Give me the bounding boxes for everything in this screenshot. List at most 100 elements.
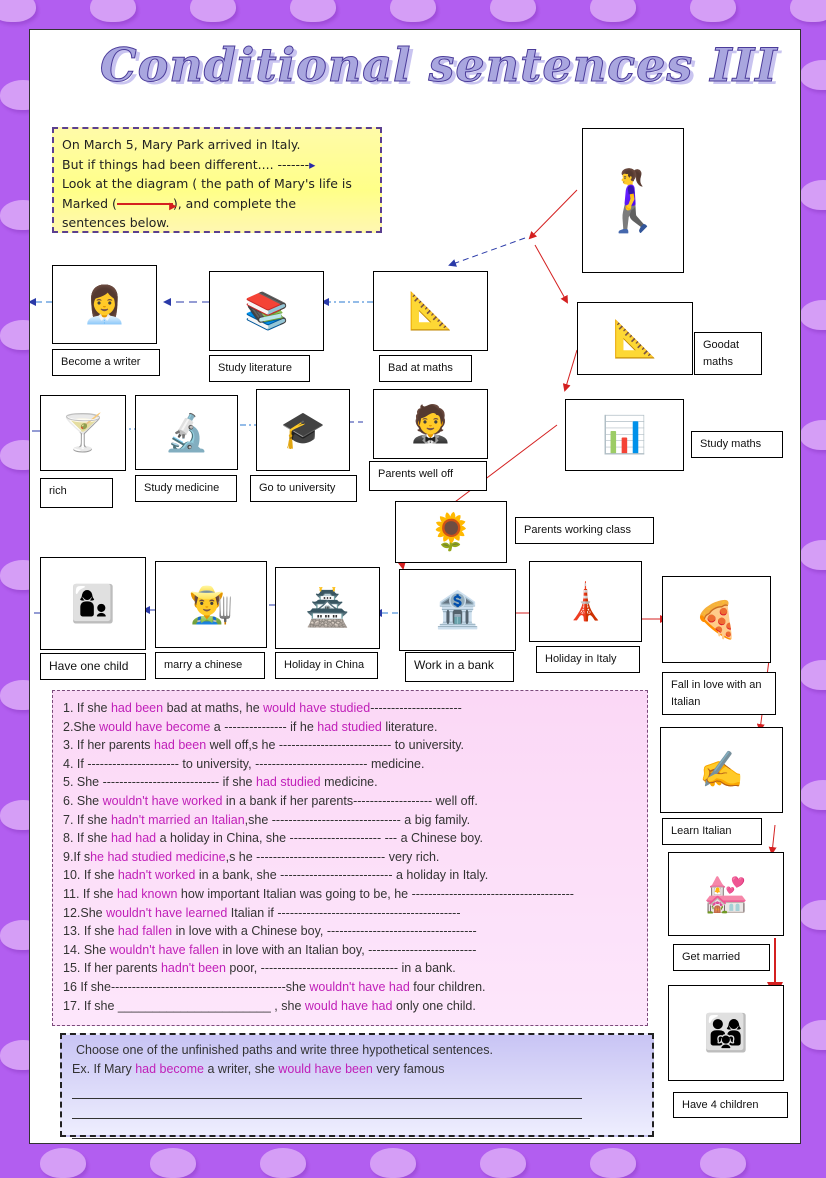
university-icon: 🎓 <box>280 409 326 450</box>
highlighted-verb: would have been <box>278 1062 373 1076</box>
rich-label: rich <box>40 478 113 508</box>
pizza-chef-icon: 🍕 <box>694 598 739 640</box>
parents-working-class-picture: 🌻 <box>395 501 507 563</box>
heart-icon <box>800 660 826 690</box>
have-4-children-picture: 👨‍👩‍👧 <box>668 985 784 1081</box>
cocktail-icon: 🍸 <box>60 412 106 453</box>
highlighted-verb: had been <box>110 701 164 715</box>
bad-at-maths-label: Bad at maths <box>379 355 472 382</box>
holiday-italy-label: Holiday in Italy <box>536 646 640 673</box>
sentence-text: 2.She <box>63 719 100 734</box>
sentence-text: ,she ------------------------------- a b… <box>244 812 471 827</box>
sentence-item: 11. If she had known how important Itali… <box>63 885 637 904</box>
good-at-maths-label: Goodat maths <box>694 332 762 375</box>
heart-icon <box>490 0 536 22</box>
highlighted-verb: had studied <box>256 775 321 790</box>
answer-line[interactable] <box>72 1079 582 1099</box>
study-literature-picture: 📚 <box>209 271 324 351</box>
bad-at-maths-picture: 📐 <box>373 271 488 351</box>
work-in-bank-picture: 🏦 <box>399 569 516 651</box>
sentence-item: 7. If she hadn't married an Italian,she … <box>63 811 637 830</box>
sentence-text: ,s he ------------------------------- ve… <box>225 849 440 864</box>
heart-icon <box>480 1148 526 1178</box>
sentence-item: 17. If she ______________________ , she … <box>63 997 637 1016</box>
sentence-text: 7. If she <box>63 812 111 827</box>
sentence-item: 6. She wouldn't have worked in a bank if… <box>63 792 637 811</box>
gardening-icon: 🌻 <box>428 511 474 552</box>
have-one-child-label: Have one child <box>40 653 146 680</box>
sentence-item: 8. If she had had a holiday in China, sh… <box>63 829 637 848</box>
task-instruction: Choose one of the unfinished paths and w… <box>76 1043 493 1057</box>
get-married-picture: 💒 <box>668 852 784 936</box>
sentence-text: a writer, she <box>204 1062 279 1076</box>
microscope-icon: 🔬 <box>164 411 209 453</box>
heart-icon <box>590 1148 636 1178</box>
heart-icon <box>290 0 336 22</box>
sentence-text: 12.She <box>63 905 107 920</box>
sentence-item: 1. If she had been bad at maths, he woul… <box>63 699 637 718</box>
highlighted-verb: hadn't been <box>160 961 226 976</box>
arrow-start-split <box>528 189 578 240</box>
heart-icon <box>390 0 436 22</box>
heart-icon <box>0 0 36 22</box>
fall-in-love-label: Fall in love with an Italian <box>662 672 776 715</box>
highlighted-verb: hadn't worked <box>117 868 196 883</box>
wedding-couple-icon: 💒 <box>703 873 749 914</box>
heart-icon <box>90 0 136 22</box>
writing-task: Choose one of the unfinished paths and w… <box>60 1033 654 1139</box>
highlighted-verb: had studied <box>317 719 382 734</box>
exercise-sentences: 1. If she had been bad at maths, he woul… <box>52 690 648 1026</box>
sentence-text: a --------------- if he <box>210 719 318 734</box>
sentence-text: 11. If she <box>63 886 117 901</box>
holiday-china-picture: 🏯 <box>275 567 380 649</box>
heart-icon <box>790 0 826 22</box>
get-married-label: Get married <box>673 944 770 971</box>
heart-icon <box>800 1020 826 1050</box>
leaning-tower-icon: 🗼 <box>563 580 608 622</box>
mother-child-icon: 👩‍👦 <box>70 582 116 624</box>
sentence-text: in love with an Italian boy, -----------… <box>218 942 477 957</box>
answer-line[interactable] <box>72 1099 582 1119</box>
have-4-children-label: Have 4 children <box>673 1092 788 1118</box>
heart-icon <box>800 300 826 330</box>
parents-working-class-label: Parents working class <box>515 517 654 544</box>
sentence-text: 13. If she <box>63 924 118 939</box>
learn-italian-picture: ✍️ <box>660 727 783 813</box>
sentence-text: Ex. If Mary <box>72 1062 136 1076</box>
wealthy-couple-icon: 🤵 <box>408 403 453 444</box>
bank-icon: 🏦 <box>435 589 480 630</box>
page-title: Conditional sentences III <box>100 38 778 93</box>
sentence-text: medicine. <box>320 775 378 790</box>
heart-icon <box>800 900 826 930</box>
fall-in-love-picture: 🍕 <box>662 576 771 663</box>
task-example: Ex. If Mary had become a writer, she wou… <box>72 1060 642 1079</box>
highlighted-verb: would have studied <box>263 701 371 715</box>
graph-icon: 📊 <box>602 414 647 455</box>
sentence-text: a holiday in China, she ----------------… <box>156 831 484 846</box>
arrow-to-study-maths <box>562 349 578 392</box>
become-writer-picture: 👩‍💼 <box>52 265 157 344</box>
sentence-text: in a bank if her parents----------------… <box>222 793 478 808</box>
heart-icon <box>590 0 636 22</box>
sentence-item: 3. If her parents had been well off,s he… <box>63 736 637 755</box>
highlighted-verb: wouldn't have had <box>309 979 410 994</box>
sentence-text: 10. If she <box>63 868 118 883</box>
heart-icon <box>800 60 826 90</box>
sentence-item: 10. If she hadn't worked in a bank, she … <box>63 866 637 885</box>
heart-icon <box>150 1148 196 1178</box>
worksheet-page: Conditional sentences III On March 5, Ma… <box>29 29 801 1144</box>
sentence-item: 5. She ---------------------------- if s… <box>63 773 637 792</box>
highlighted-verb: had known <box>116 886 178 901</box>
sentence-item: 16 If she-------------------------------… <box>63 978 637 997</box>
heart-icon <box>700 1148 746 1178</box>
ruler-icon: 📐 <box>408 290 453 331</box>
sentence-text: poor, --------------------------------- … <box>225 961 456 976</box>
marry-chinese-label: marry a chinese <box>155 652 265 679</box>
highlighted-verb: had fallen <box>117 924 173 939</box>
sentence-text: bad at maths, he <box>163 701 264 715</box>
sentence-item: 15. If her parents hadn't been poor, ---… <box>63 959 637 978</box>
sentence-item: 4. If ---------------------- to universi… <box>63 755 637 774</box>
family-icon: 👨‍👩‍👧 <box>703 1012 749 1053</box>
answer-line[interactable] <box>72 1119 590 1139</box>
intro-line: On March 5, Mary Park arrived in Italy. <box>62 137 301 152</box>
